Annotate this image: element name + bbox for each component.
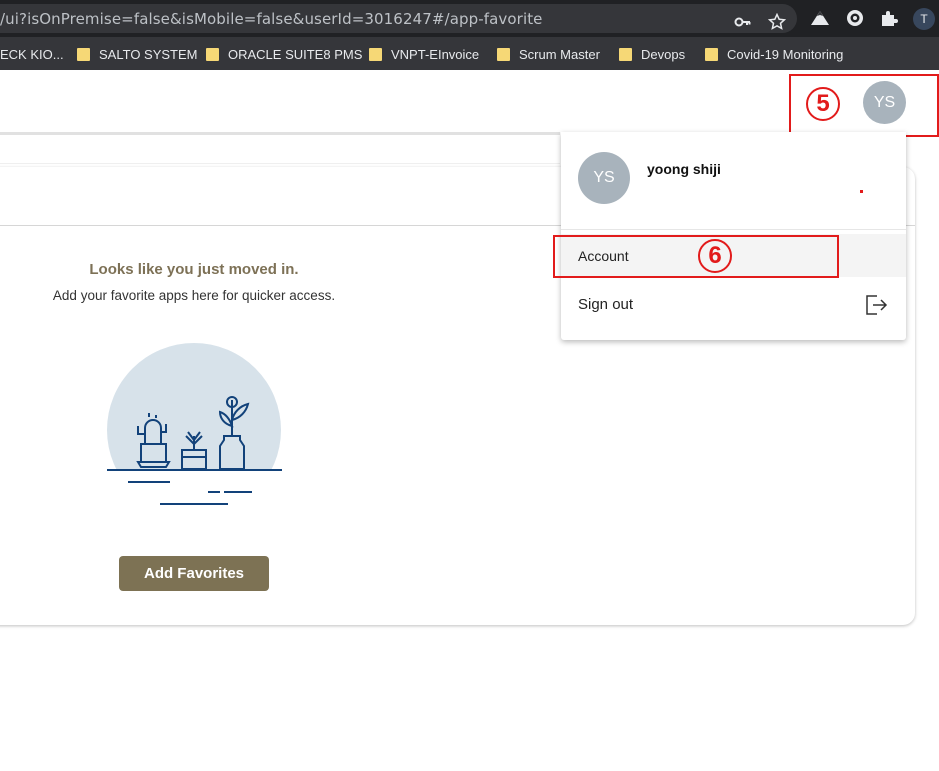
annotation-dot	[860, 190, 863, 193]
folder-icon	[705, 47, 718, 61]
folder-icon	[77, 47, 90, 61]
empty-state-title: Looks like you just moved in.	[89, 261, 299, 278]
folder-icon	[369, 47, 382, 61]
header-divider	[0, 132, 560, 135]
bookmark-label: ECK KIO...	[0, 46, 64, 62]
bookmark-item[interactable]: ECK KIO...	[0, 45, 64, 63]
bookmark-label: Scrum Master	[519, 46, 600, 62]
bookmark-label: Covid-19 Monitoring	[727, 46, 844, 62]
add-favorites-button[interactable]: Add Favorites	[119, 556, 269, 591]
bookmark-item[interactable]: Covid-19 Monitoring	[705, 45, 843, 63]
star-icon[interactable]	[768, 13, 786, 31]
sign-out-icon	[866, 295, 888, 315]
bookmark-label: VNPT-EInvoice	[391, 46, 480, 62]
menu-item-sign-out-label: Sign out	[578, 296, 634, 313]
browser-toolbar: /ui?isOnPremise=false&isMobile=false&use…	[0, 0, 939, 37]
folder-icon	[619, 47, 632, 61]
bookmark-label: Devops	[641, 46, 686, 62]
bookmark-label: ORACLE SUITE8 PMS	[228, 46, 363, 62]
shield-extension-icon[interactable]	[845, 8, 865, 28]
annotation-highlight-6	[553, 235, 839, 278]
bookmark-item[interactable]: VNPT-EInvoice	[369, 45, 479, 63]
menu-divider	[561, 229, 906, 230]
puzzle-extension-icon[interactable]	[879, 8, 899, 28]
bookmark-label: SALTO SYSTEM	[99, 46, 198, 62]
bookmark-item[interactable]: Scrum Master	[497, 45, 600, 63]
menu-user-name: yoong shiji	[647, 161, 721, 177]
bookmark-item[interactable]: Devops	[619, 45, 685, 63]
bookmarks-bar: ECK KIO... SALTO SYSTEM ORACLE SUITE8 PM…	[0, 37, 939, 70]
address-bar-url[interactable]: /ui?isOnPremise=false&isMobile=false&use…	[0, 10, 543, 28]
empty-state-subtitle: Add your favorite apps here for quicker …	[52, 288, 336, 303]
content-divider	[0, 163, 560, 164]
folder-icon	[206, 47, 219, 61]
plants-illustration	[100, 343, 290, 513]
bookmark-item[interactable]: ORACLE SUITE8 PMS	[206, 45, 362, 63]
key-icon[interactable]	[734, 13, 752, 31]
address-bar[interactable]: /ui?isOnPremise=false&isMobile=false&use…	[0, 4, 797, 33]
mountain-extension-icon[interactable]	[810, 8, 830, 28]
browser-profile-avatar[interactable]: T	[913, 8, 935, 30]
bookmark-item[interactable]: SALTO SYSTEM	[77, 45, 198, 63]
annotation-step-5: 5	[806, 87, 840, 121]
folder-icon	[497, 47, 510, 61]
menu-user-avatar: YS	[578, 152, 630, 204]
menu-item-sign-out[interactable]: Sign out	[561, 284, 906, 324]
annotation-step-6: 6	[698, 239, 732, 273]
